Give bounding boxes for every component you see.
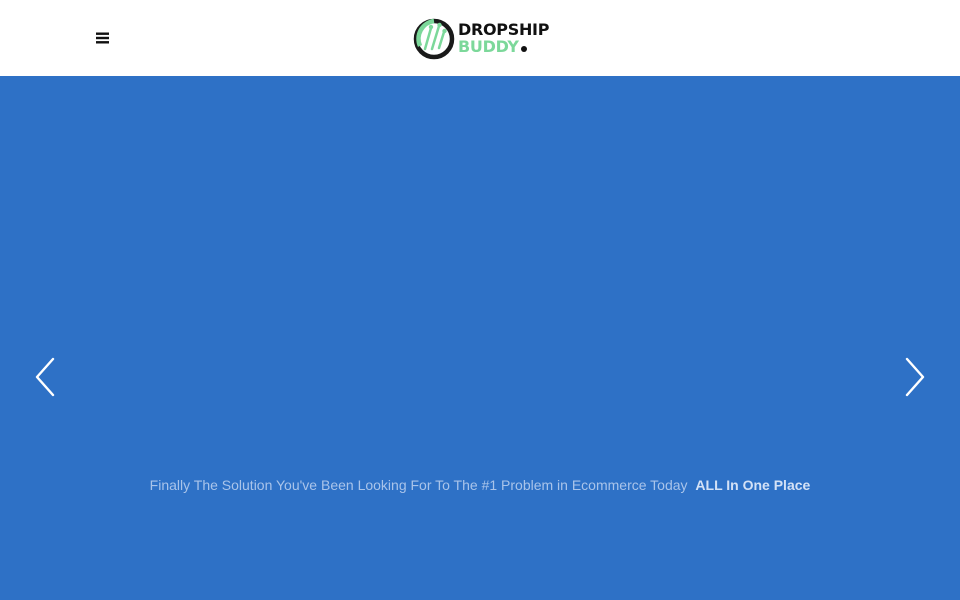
slider-next-button[interactable] [900, 356, 930, 398]
logo-wordmark-line1: DROPSHIP [458, 19, 550, 39]
logo-wordmark-line2: BUDDY [458, 36, 519, 56]
logo-dot [520, 45, 527, 52]
slider-prev-button[interactable] [30, 356, 60, 398]
site-header: DROPSHIP BUDDY [0, 0, 960, 76]
chevron-left-icon [35, 357, 55, 397]
dropship-buddy-logo[interactable]: DROPSHIP BUDDY [412, 14, 554, 62]
logo-mark-icon [413, 18, 455, 60]
hamburger-menu-button[interactable] [93, 28, 111, 48]
hero-slider: Finally The Solution You've Been Looking… [0, 76, 960, 600]
chevron-right-icon [905, 357, 925, 397]
hero-tagline: Finally The Solution You've Been Looking… [0, 477, 960, 493]
hamburger-menu-icon [95, 32, 109, 44]
hero-tagline-emphasis: ALL In One Place [695, 477, 811, 493]
logo-wordmark: DROPSHIP BUDDY [458, 19, 550, 56]
hero-tagline-text: Finally The Solution You've Been Looking… [149, 477, 688, 493]
